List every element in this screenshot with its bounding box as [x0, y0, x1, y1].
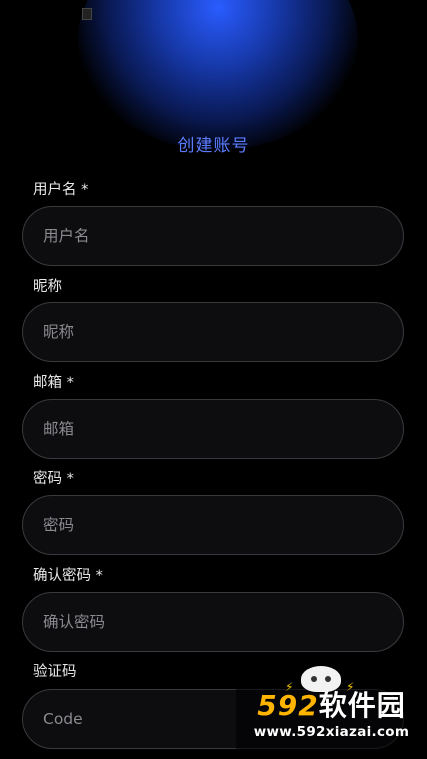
password-label: 密码 * [33, 471, 74, 487]
email-input[interactable] [22, 399, 404, 459]
username-label: 用户名 * [33, 182, 89, 198]
watermark-brand-text: 软件园 [318, 689, 406, 722]
verification-code-label: 验证码 [33, 664, 77, 680]
confirm-password-input[interactable] [22, 592, 404, 652]
email-label: 邮箱 * [33, 375, 74, 391]
watermark-url: www.592xiazai.com [253, 724, 410, 740]
header-glow [78, 0, 358, 150]
page-title: 创建账号 [177, 136, 250, 156]
confirm-password-label: 确认密码 * [33, 568, 103, 584]
username-input[interactable] [22, 206, 404, 266]
watermark-brand-number: 592 [257, 689, 319, 722]
watermark-brand: 592软件园 [236, 684, 427, 724]
nickname-label: 昵称 [33, 279, 62, 295]
back-icon[interactable] [82, 8, 92, 20]
nickname-input[interactable] [22, 302, 404, 362]
password-input[interactable] [22, 495, 404, 555]
